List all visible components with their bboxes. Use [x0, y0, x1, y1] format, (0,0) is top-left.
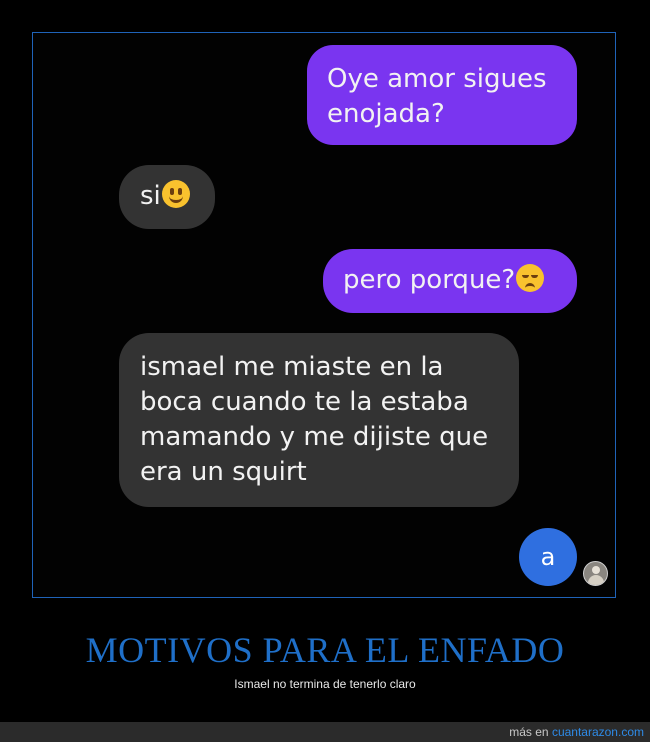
read-receipt-avatar — [583, 561, 608, 586]
meme-title: MOTIVOS PARA EL ENFADO — [85, 630, 565, 670]
site-link[interactable]: cuantarazon.com — [552, 725, 644, 739]
typing-bubble-text: a — [540, 543, 556, 571]
message-bubble-sent: pero porque? — [323, 249, 577, 313]
site-footer: más en cuantarazon.com — [0, 722, 650, 742]
message-text: ismael me miaste en la boca cuando te la… — [140, 352, 489, 487]
meme-page: Oye amor sigues enojada? si pero porque?… — [0, 0, 650, 742]
slightly-smiling-face-icon — [161, 180, 190, 208]
message-text: pero porque? — [343, 265, 516, 295]
typing-bubble[interactable]: a — [519, 528, 577, 586]
message-text: si — [140, 181, 161, 211]
chat-screenshot-frame: Oye amor sigues enojada? si pero porque?… — [32, 32, 616, 598]
footer-prefix: más en — [509, 725, 552, 739]
footer-credit: más en cuantarazon.com — [509, 724, 644, 740]
meme-subtitle: Ismael no termina de tenerlo claro — [234, 677, 416, 691]
avatar-head — [592, 566, 600, 574]
message-bubble-sent: Oye amor sigues enojada? — [307, 45, 577, 145]
avatar-body — [588, 575, 604, 585]
message-bubble-received: ismael me miaste en la boca cuando te la… — [119, 333, 519, 507]
message-bubble-received: si — [119, 165, 215, 229]
disappointed-face-icon — [516, 264, 545, 292]
message-text: Oye amor sigues enojada? — [327, 64, 547, 129]
